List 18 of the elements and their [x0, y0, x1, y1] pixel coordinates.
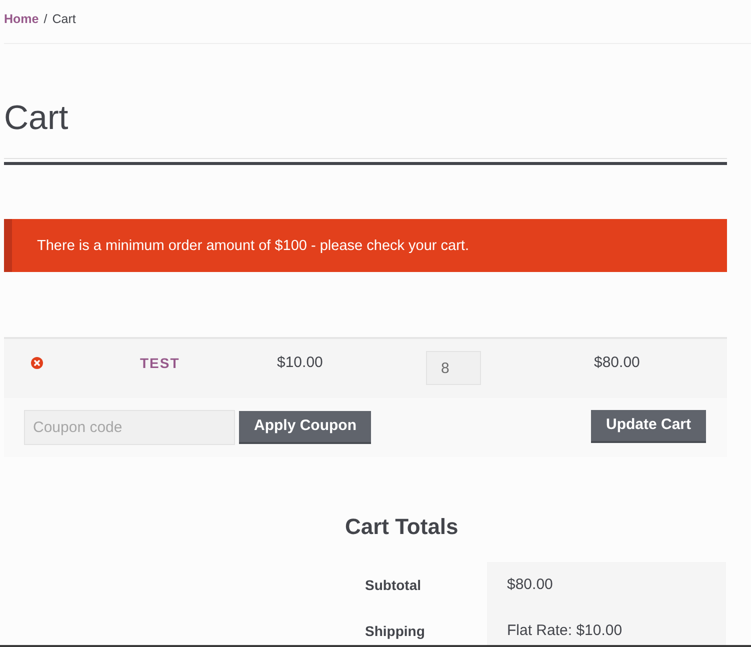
- update-cart-button[interactable]: Update Cart: [590, 410, 706, 443]
- totals-value: Flat Rate: $10.00: [487, 608, 726, 645]
- apply-coupon-button[interactable]: Apply Coupon: [239, 411, 372, 444]
- price-text: $10.00: [277, 354, 323, 372]
- breadcrumb-separator: /: [44, 11, 48, 27]
- breadcrumb-link[interactable]: Home: [4, 11, 39, 27]
- line-total-text: $80.00: [594, 354, 640, 372]
- totals-label: Subtotal: [365, 576, 421, 594]
- quantity-field[interactable]: 8: [426, 351, 481, 385]
- cart-totals-title: Cart Totals: [345, 513, 458, 541]
- product-link[interactable]: TEST: [140, 354, 180, 372]
- remove-icon[interactable]: [31, 357, 43, 369]
- coupon-field[interactable]: Coupon code: [24, 410, 235, 445]
- totals-value: $80.00: [487, 562, 726, 608]
- breadcrumb-current: Cart: [52, 11, 76, 27]
- page-title: Cart: [4, 98, 68, 138]
- notice-text: There is a minimum order amount of $100 - please check your cart.: [37, 236, 469, 254]
- totals-label: Shipping: [365, 622, 425, 640]
